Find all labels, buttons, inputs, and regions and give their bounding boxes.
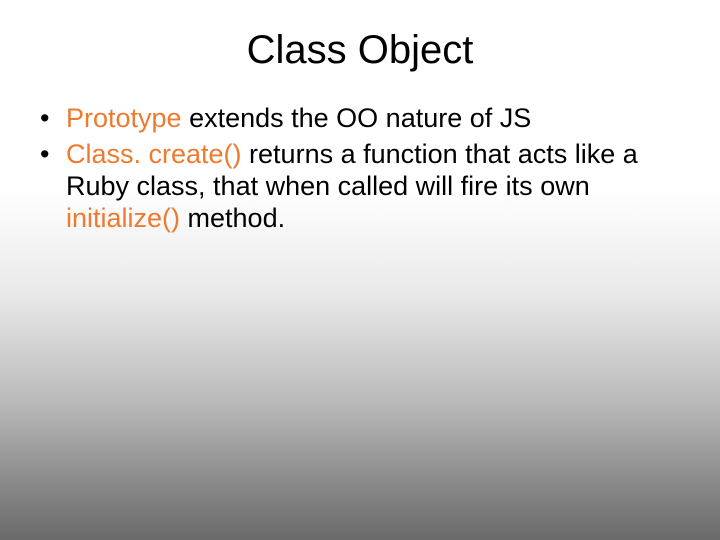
slide-title: Class Object — [0, 0, 720, 103]
slide-content: Prototype extends the OO nature of JS Cl… — [0, 103, 720, 234]
bullet-list: Prototype extends the OO nature of JS Cl… — [36, 103, 672, 234]
bullet-highlight: Prototype — [66, 103, 182, 133]
slide: Class Object Prototype extends the OO na… — [0, 0, 720, 540]
bullet-highlight-2: initialize() — [66, 203, 180, 233]
list-item: Class. create() returns a function that … — [36, 139, 672, 235]
bullet-text-mid: extends the OO nature of JS — [182, 103, 532, 133]
bullet-highlight: Class. create() — [66, 139, 242, 169]
bullet-text-post: method. — [180, 203, 285, 233]
list-item: Prototype extends the OO nature of JS — [36, 103, 672, 135]
